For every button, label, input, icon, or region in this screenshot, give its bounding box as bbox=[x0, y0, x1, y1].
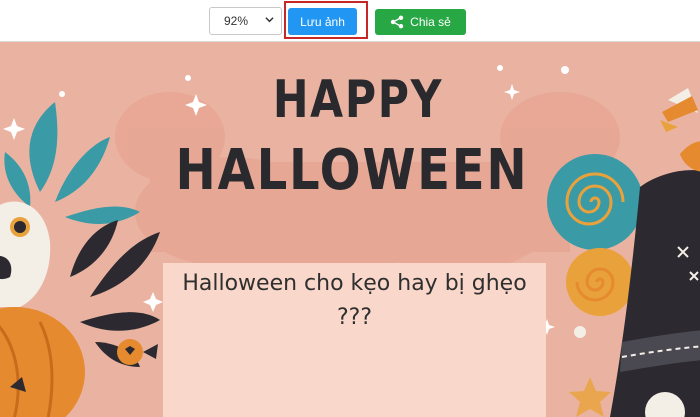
orange-leaf bbox=[680, 141, 700, 172]
save-image-button[interactable]: Lưu ảnh bbox=[288, 8, 357, 35]
halloween-card: HAPPY HALLOWEEN Halloween cho kẹo hay bị… bbox=[0, 42, 700, 417]
share-button[interactable]: Chia sẻ bbox=[375, 9, 466, 35]
pumpkin-illustration bbox=[0, 307, 85, 417]
zoom-select[interactable]: 92% bbox=[209, 7, 282, 35]
star-icon bbox=[569, 377, 611, 417]
card-title-line-2: HALLOWEEN bbox=[175, 138, 529, 203]
candy-corn-illustration bbox=[660, 88, 698, 132]
card-title-line-1: HAPPY bbox=[272, 70, 444, 130]
share-icon bbox=[390, 15, 404, 29]
message-box[interactable]: Halloween cho kẹo hay bị ghẹo ??? bbox=[163, 263, 546, 417]
zoom-value: 92% bbox=[224, 14, 249, 28]
save-image-label: Lưu ảnh bbox=[300, 14, 345, 29]
dark-leaves bbox=[70, 220, 160, 367]
skull-illustration bbox=[0, 201, 51, 307]
candy-illustration bbox=[100, 339, 158, 365]
card-message: Halloween cho kẹo hay bị ghẹo ??? bbox=[182, 271, 527, 330]
share-label: Chia sẻ bbox=[410, 15, 451, 29]
toolbar: 92% Lưu ảnh Chia sẻ bbox=[0, 0, 700, 42]
chevron-down-icon bbox=[265, 17, 274, 23]
